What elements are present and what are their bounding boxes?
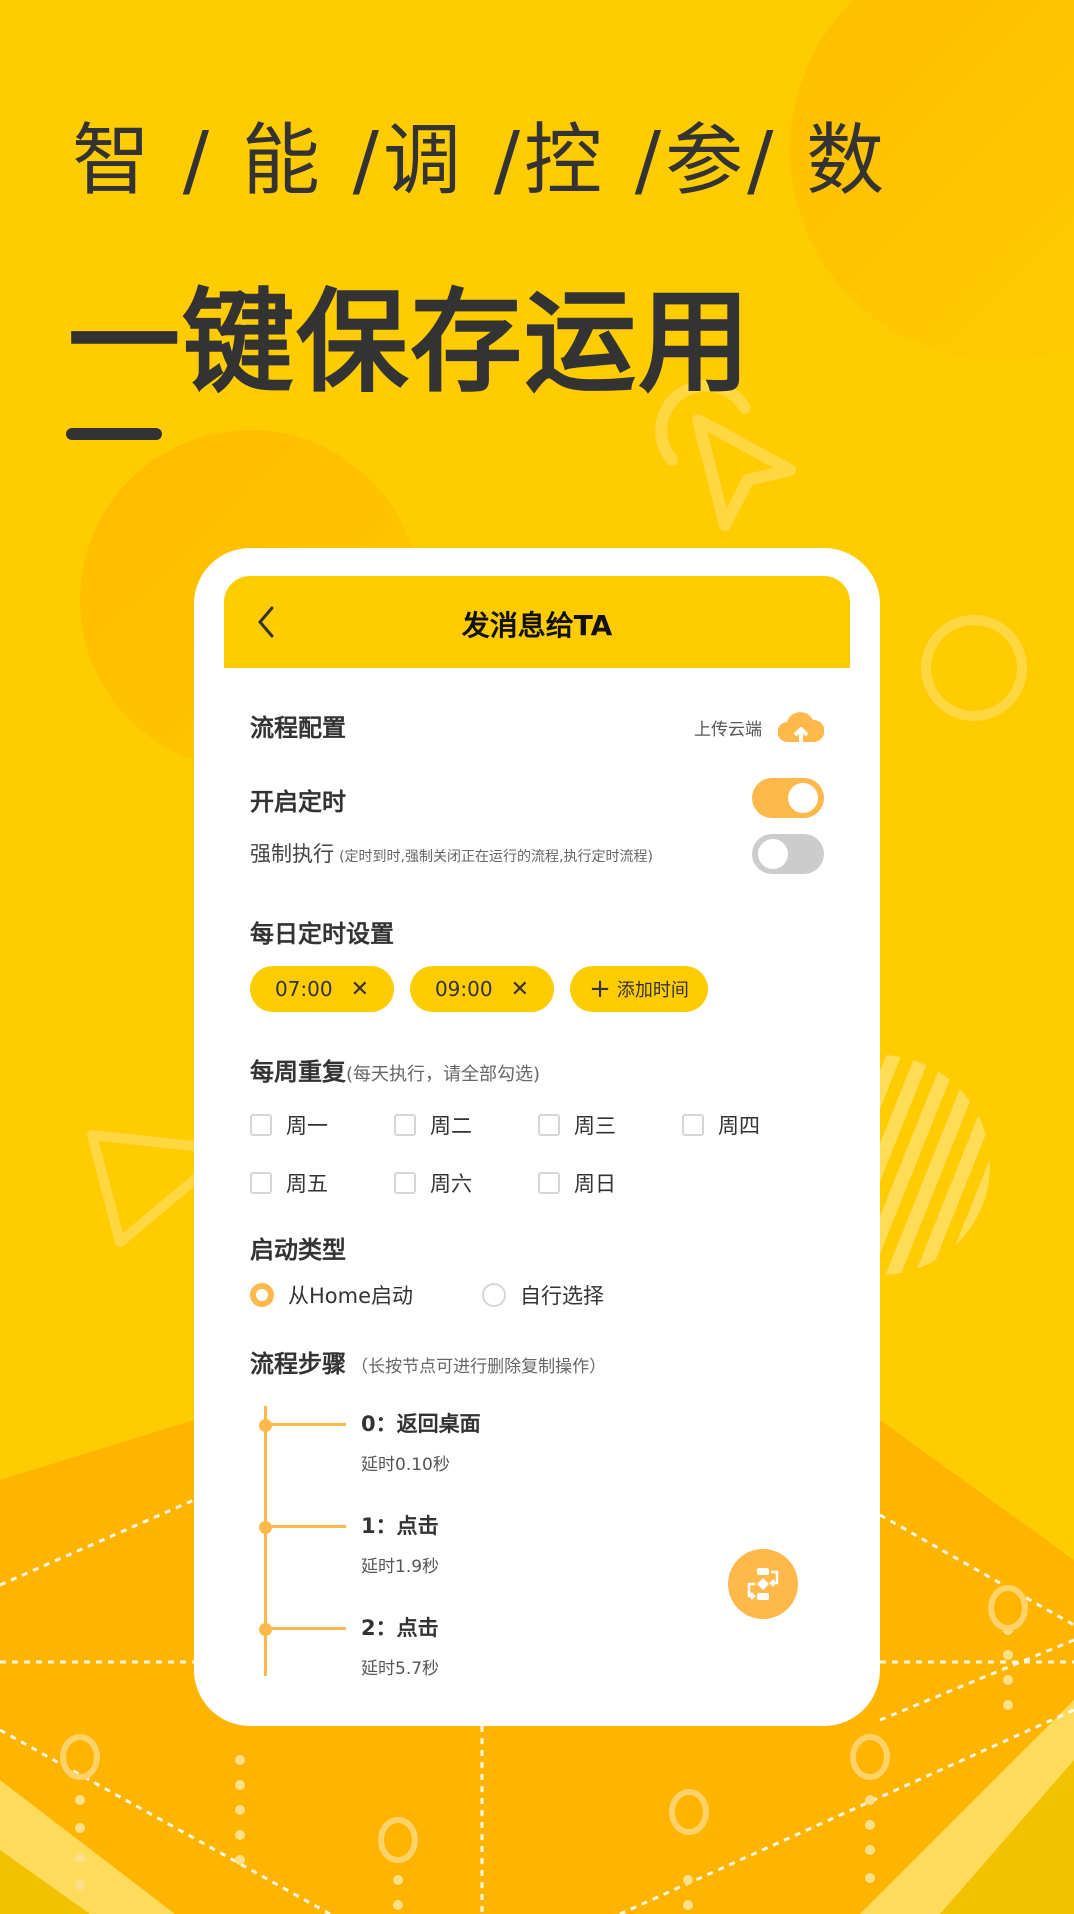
daily-timer-title: 每日定时设置 xyxy=(250,914,824,949)
force-exec-toggle[interactable] xyxy=(752,834,824,874)
add-time-button[interactable]: + 添加时间 xyxy=(570,966,708,1012)
flow-config-row: 流程配置 上传云端 xyxy=(250,708,824,748)
weekly-hint: (每天执行，请全部勾选) xyxy=(346,1064,541,1085)
phone-screen: 发消息给TA 流程配置 上传云端 开启定时 强制执行 (定时到时,强制关闭正在运… xyxy=(194,548,880,1726)
checkbox-tuesday[interactable]: 周二 xyxy=(394,1110,472,1140)
step-delay: 延时5.7秒 xyxy=(361,1659,440,1679)
app-bar: 发消息给TA xyxy=(224,576,850,668)
cloud-upload-icon xyxy=(778,712,824,743)
checkbox-label: 周二 xyxy=(430,1114,472,1138)
launch-type-label: 启动类型 xyxy=(250,1236,346,1264)
force-exec-hint: (定时到时,强制关闭正在运行的流程,执行定时流程) xyxy=(339,849,653,865)
timer-toggle[interactable] xyxy=(752,778,824,818)
force-exec-row: 强制执行 (定时到时,强制关闭正在运行的流程,执行定时流程) xyxy=(250,834,824,878)
checkbox-sunday[interactable]: 周日 xyxy=(538,1168,616,1198)
promo-headline-primary: 智 / 能 /调 /控 /参/ 数 xyxy=(72,116,889,206)
checkbox-label: 周四 xyxy=(718,1114,760,1138)
time-chip-value: 07:00 xyxy=(274,977,333,1001)
time-chip[interactable]: 09:00 ✕ xyxy=(410,966,554,1012)
checkbox-label: 周三 xyxy=(574,1114,616,1138)
weekly-title: 每周重复(每天执行，请全部勾选) xyxy=(250,1052,824,1087)
checkbox-saturday[interactable]: 周六 xyxy=(394,1168,472,1198)
checkbox-label: 周五 xyxy=(286,1172,328,1196)
checkbox-label: 周日 xyxy=(574,1172,616,1196)
checkbox-label: 周一 xyxy=(286,1114,328,1138)
radio-label: 从Home启动 xyxy=(288,1284,414,1308)
upload-cloud-button[interactable]: 上传云端 xyxy=(694,708,824,746)
plus-icon: + xyxy=(589,974,611,1004)
close-icon[interactable]: ✕ xyxy=(351,977,369,1002)
force-exec-label: 强制执行 xyxy=(250,842,334,866)
page-title: 发消息给TA xyxy=(461,609,613,642)
timer-row: 开启定时 xyxy=(250,778,824,822)
step-delay: 延时0.10秒 xyxy=(361,1455,450,1475)
step-name: 1：点击 xyxy=(361,1514,439,1538)
checkbox-thursday[interactable]: 周四 xyxy=(682,1110,760,1140)
radio-custom-select[interactable]: 自行选择 xyxy=(482,1280,604,1310)
checkbox-monday[interactable]: 周一 xyxy=(250,1110,328,1140)
step-delay: 延时1.9秒 xyxy=(361,1557,440,1577)
decor-cursor-arrow xyxy=(692,414,796,531)
steps-label: 流程步骤 xyxy=(250,1350,346,1378)
step-name: 2：点击 xyxy=(361,1616,439,1640)
radio-from-home[interactable]: 从Home启动 xyxy=(250,1280,413,1310)
decor-ring-right xyxy=(921,615,1027,721)
upload-cloud-label: 上传云端 xyxy=(694,719,762,740)
time-chip[interactable]: 07:00 ✕ xyxy=(250,966,394,1012)
launch-type-title: 启动类型 xyxy=(250,1230,824,1265)
timer-label: 开启定时 xyxy=(250,788,346,816)
time-chip-value: 09:00 xyxy=(434,977,493,1001)
radio-label: 自行选择 xyxy=(520,1284,604,1308)
headline-underline xyxy=(66,428,162,440)
promo-headline-secondary: 一键保存运用 xyxy=(68,278,752,408)
steps-hint: （长按节点可进行删除复制操作） xyxy=(351,1357,607,1377)
step-name: 0：返回桌面 xyxy=(361,1412,481,1436)
steps-title: 流程步骤 （长按节点可进行删除复制操作） xyxy=(250,1344,824,1379)
add-time-label: 添加时间 xyxy=(616,980,689,1001)
flowchart-fab-button[interactable] xyxy=(728,1549,798,1619)
daily-timer-label: 每日定时设置 xyxy=(250,920,394,948)
close-icon[interactable]: ✕ xyxy=(511,977,529,1002)
weekly-label: 每周重复 xyxy=(250,1058,346,1086)
checkbox-label: 周六 xyxy=(430,1172,472,1196)
flowchart-icon xyxy=(747,1568,779,1600)
checkbox-wednesday[interactable]: 周三 xyxy=(538,1110,616,1140)
checkbox-friday[interactable]: 周五 xyxy=(250,1168,328,1198)
flow-config-label: 流程配置 xyxy=(250,714,346,742)
